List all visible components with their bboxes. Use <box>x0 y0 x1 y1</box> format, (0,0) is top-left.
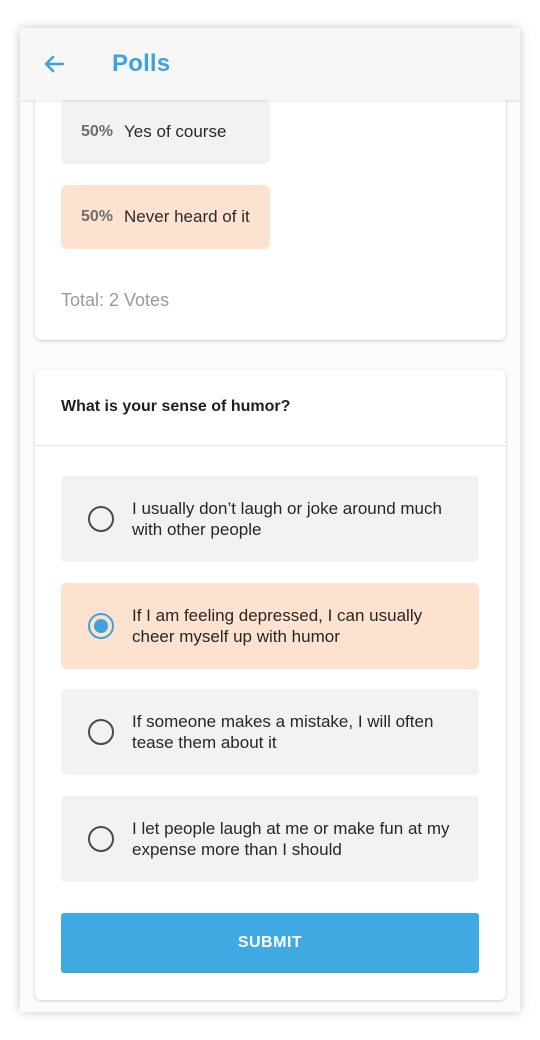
option-label: I usually don’t laugh or joke around muc… <box>132 499 442 539</box>
submit-button[interactable]: SUBMIT <box>61 913 479 973</box>
poll-results-card: 50% Yes of course 50% Never heard of it … <box>35 58 506 340</box>
result-percent: 50% <box>81 123 114 140</box>
result-label: Yes of course <box>124 122 227 141</box>
poll-option-selected[interactable]: If I am feeling depressed, I can usually… <box>61 583 479 669</box>
back-button[interactable] <box>38 48 70 80</box>
total-votes: Total: 2 Votes <box>61 290 170 310</box>
radio-button[interactable] <box>88 506 114 532</box>
radio-button[interactable] <box>88 719 114 745</box>
poll-option[interactable]: I let people laugh at me or make fun at … <box>61 796 479 882</box>
divider <box>35 445 506 446</box>
poll-result-item: 50% Yes of course <box>61 100 270 164</box>
option-label: If someone makes a mistake, I will often… <box>132 712 434 752</box>
result-percent: 50% <box>81 208 114 225</box>
page-title: Polls <box>112 50 171 77</box>
option-label: If I am feeling depressed, I can usually… <box>132 606 423 646</box>
poll-option[interactable]: If someone makes a mistake, I will often… <box>61 689 479 775</box>
poll-option[interactable]: I usually don’t laugh or joke around muc… <box>61 476 479 562</box>
arrow-left-icon <box>44 55 65 73</box>
result-label: Never heard of it <box>124 207 250 226</box>
poll-question-card: What is your sense of humor? I usually d… <box>35 370 506 1000</box>
app-bar: Polls <box>20 28 520 100</box>
poll-result-item-voted: 50% Never heard of it <box>61 185 270 249</box>
poll-question: What is your sense of humor? <box>61 398 291 415</box>
radio-button[interactable] <box>88 826 114 852</box>
option-label: I let people laugh at me or make fun at … <box>132 819 450 859</box>
radio-button-selected[interactable] <box>88 613 114 639</box>
phone-screen: Polls 50% Yes of course 50% Never heard … <box>20 28 520 1012</box>
